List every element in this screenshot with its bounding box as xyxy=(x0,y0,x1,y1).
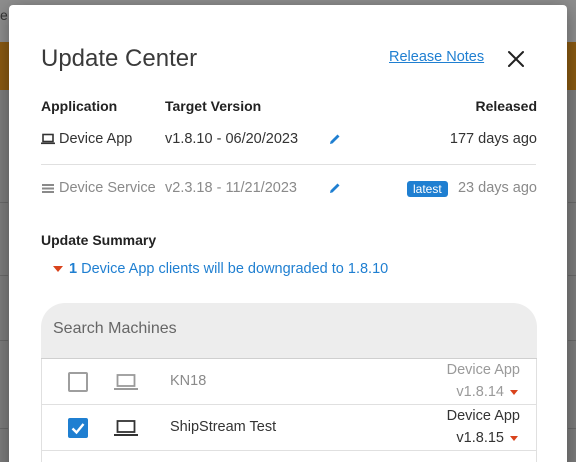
version-dropdown[interactable]: v1.8.15 xyxy=(456,430,518,446)
background-divider xyxy=(0,340,8,341)
released-value: 23 days ago xyxy=(457,180,537,196)
application-cell-device-app: Device App xyxy=(41,131,132,147)
row-checkbox[interactable] xyxy=(68,372,88,392)
application-name: Device Service xyxy=(59,180,156,196)
caret-down-icon xyxy=(510,389,518,395)
background-divider xyxy=(0,202,8,203)
machine-name: KN18 xyxy=(170,373,207,389)
machine-app: Device App xyxy=(446,362,520,378)
checkmark-icon xyxy=(71,423,85,435)
caret-down-icon xyxy=(53,266,63,272)
laptop-icon xyxy=(114,419,138,437)
column-header-application: Application xyxy=(41,98,118,114)
update-summary-title: Update Summary xyxy=(41,232,157,248)
machine-version: v1.8.14 xyxy=(456,384,504,400)
application-name: Device App xyxy=(59,131,133,147)
machines-table: KN18 Device App v1.8.14 ShipStream Test xyxy=(41,359,537,462)
background-divider xyxy=(0,275,8,276)
row-divider xyxy=(41,164,536,165)
machine-version: v1.8.15 xyxy=(456,430,504,446)
close-icon xyxy=(508,51,524,67)
background-header-text: e xyxy=(0,7,8,23)
application-cell-device-service: Device Service xyxy=(41,180,156,196)
table-row[interactable]: KN18 Device App v1.8.14 xyxy=(42,359,536,405)
close-button[interactable] xyxy=(504,47,528,71)
pencil-icon xyxy=(330,134,340,144)
machine-name: ShipStream Test xyxy=(170,419,277,435)
edit-target-version-button[interactable] xyxy=(327,131,343,147)
pencil-icon xyxy=(330,183,340,193)
row-checkbox[interactable] xyxy=(68,418,88,438)
summary-count: 1 xyxy=(69,261,78,277)
search-input[interactable] xyxy=(53,320,513,338)
background-divider xyxy=(568,428,576,429)
target-version-value: v1.8.10 - 06/20/2023 xyxy=(165,131,299,147)
column-header-released: Released xyxy=(475,98,537,114)
background-divider xyxy=(568,202,576,203)
update-center-dialog: Update Center Release Notes Application … xyxy=(9,5,567,462)
dialog-title: Update Center xyxy=(41,45,198,72)
laptop-icon xyxy=(114,373,138,391)
column-header-target-version: Target Version xyxy=(165,98,262,114)
search-field[interactable] xyxy=(41,303,537,359)
laptop-icon xyxy=(41,133,55,145)
background-divider xyxy=(568,340,576,341)
machine-app: Device App xyxy=(446,408,520,424)
summary-expand-toggle[interactable]: 1 Device App clients will be downgraded … xyxy=(53,261,388,277)
target-version-value: v2.3.18 - 11/21/2023 xyxy=(165,180,297,196)
background-divider xyxy=(0,428,8,429)
latest-badge: latest xyxy=(407,181,448,197)
released-value: 177 days ago xyxy=(449,131,537,147)
list-icon xyxy=(42,184,54,193)
background-divider xyxy=(568,275,576,276)
edit-target-version-button[interactable] xyxy=(327,180,343,196)
summary-text: Device App clients will be downgraded to… xyxy=(81,261,389,277)
table-row[interactable]: ShipStream Test Device App v1.8.15 xyxy=(42,405,536,451)
caret-down-icon xyxy=(510,435,518,441)
release-notes-link[interactable]: Release Notes xyxy=(389,49,484,65)
version-dropdown[interactable]: v1.8.14 xyxy=(456,384,518,400)
